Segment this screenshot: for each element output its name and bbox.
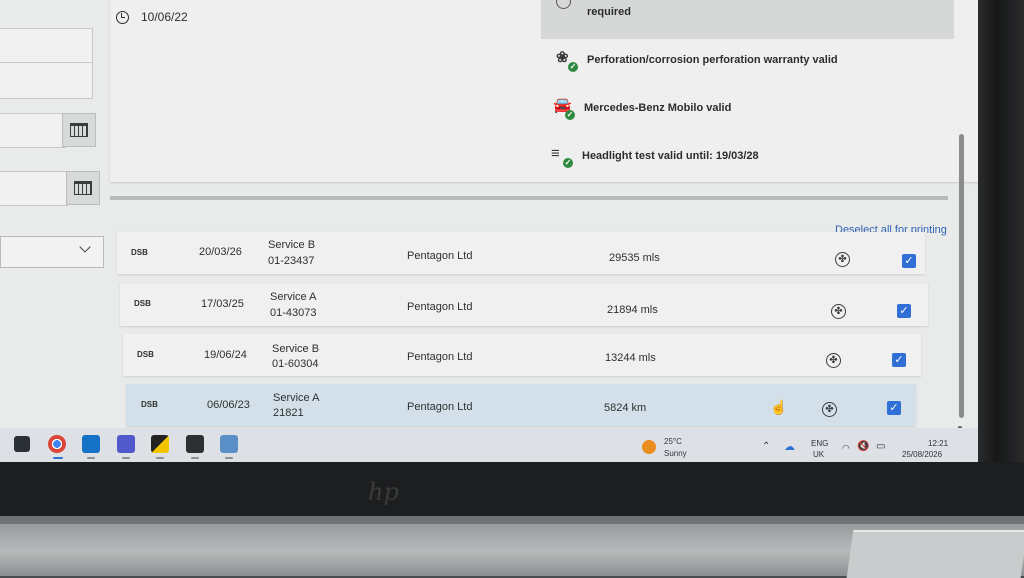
warning-icon: [556, 0, 571, 9]
print-checkbox[interactable]: ✓: [887, 401, 901, 415]
file-explorer-indicator: [225, 457, 233, 459]
clock-icon: [116, 10, 129, 24]
row-service: Service B: [268, 239, 316, 251]
scrollbar[interactable]: [959, 134, 964, 418]
task-view-icon[interactable]: [14, 436, 30, 452]
row-number: 01-43073: [270, 307, 317, 319]
row-service: Service A: [273, 392, 320, 404]
print-checkbox[interactable]: ✓: [892, 353, 906, 367]
calendar-icon: [74, 181, 92, 195]
table-row[interactable]: DSB 19/06/24 Service B 01-60304 Pentagon…: [123, 334, 921, 376]
row-mileage: 13244 mls: [605, 352, 656, 364]
clock-time[interactable]: 12:21: [928, 439, 948, 449]
weather-temp[interactable]: 25°C: [664, 437, 682, 447]
mercedes-star-icon[interactable]: ✤: [831, 304, 846, 319]
calendar-button-2[interactable]: [66, 171, 100, 205]
volume-mute-icon[interactable]: 🔇: [857, 442, 869, 452]
file-explorer-icon[interactable]: [220, 435, 238, 453]
row-partner: Pentagon Ltd: [407, 250, 473, 262]
laptop-hinge: [846, 530, 1024, 578]
print-checkbox[interactable]: ✓: [897, 304, 911, 318]
row-code: DSB: [137, 350, 154, 359]
teams-icon[interactable]: [117, 435, 135, 453]
status-label: Mercedes-Benz Mobilo valid: [584, 102, 732, 114]
clock-date[interactable]: 25/08/2026: [902, 450, 942, 460]
left-field-1[interactable]: [0, 28, 93, 64]
row-service: Service B: [272, 343, 320, 355]
car-icon: 🚘 ✓: [553, 97, 575, 120]
status-headlight-test: ≡ ✓ Headlight test valid until: 19/03/28: [551, 145, 759, 168]
app-p-icon[interactable]: [186, 435, 204, 453]
date-row: 10/06/22: [116, 10, 188, 24]
screen-bezel-right: [978, 0, 1024, 516]
chevron-up-icon[interactable]: ⌃: [762, 442, 770, 452]
certificate-icon: ❀ ✓: [556, 49, 578, 72]
hp-logo: hp: [368, 478, 399, 506]
chrome-indicator: [53, 457, 63, 459]
row-partner: Pentagon Ltd: [407, 401, 473, 413]
hand-cursor-icon: ☝: [770, 399, 788, 415]
calendar-button-1[interactable]: [62, 113, 96, 147]
app-p-indicator: [191, 457, 199, 459]
language-1[interactable]: ENG: [811, 439, 828, 449]
date-input-2[interactable]: [0, 171, 68, 206]
table-row[interactable]: DSB 20/03/26 Service B 01-23437 Pentagon…: [117, 232, 925, 274]
section-divider: [110, 196, 948, 200]
onedrive-icon[interactable]: ☁: [784, 442, 795, 453]
left-field-2[interactable]: [0, 62, 93, 99]
warning-box: required: [541, 0, 954, 39]
chevron-down-icon: [79, 241, 91, 253]
outlook-icon[interactable]: [82, 435, 100, 453]
row-code: DSB: [134, 299, 151, 308]
row-mileage: 5824 km: [604, 402, 647, 414]
row-mileage: 29535 mls: [609, 252, 660, 264]
date-input-1[interactable]: [0, 113, 66, 148]
warning-text: required: [587, 6, 632, 18]
row-partner: Pentagon Ltd: [407, 301, 473, 313]
row-mileage: 21894 mls: [607, 304, 658, 316]
row-code: DSB: [131, 248, 148, 257]
mercedes-star-icon[interactable]: ✤: [822, 402, 837, 417]
row-code: DSB: [141, 400, 158, 409]
weather-desc[interactable]: Sunny: [664, 449, 687, 459]
row-partner: Pentagon Ltd: [407, 351, 473, 363]
wifi-icon[interactable]: ◠: [842, 443, 850, 453]
table-row[interactable]: DSB 17/03/25 Service A 01-43073 Pentagon…: [120, 284, 928, 326]
row-service: Service A: [270, 291, 317, 303]
row-date: 19/06/24: [204, 349, 247, 361]
row-number: 21821: [273, 407, 304, 419]
taskbar: 25°C Sunny ⌃ ☁ ENG UK ◠ 🔇 ▭ 12:21 25/08/…: [0, 428, 978, 462]
sticky-notes-indicator: [156, 457, 164, 459]
filter-select[interactable]: [0, 236, 104, 268]
row-date: 06/06/23: [207, 399, 250, 411]
row-date: 20/03/26: [199, 246, 242, 258]
sticky-notes-icon[interactable]: [151, 435, 169, 453]
status-label: Perforation/corrosion perforation warran…: [587, 54, 838, 66]
print-checkbox[interactable]: ✓: [902, 254, 916, 268]
calendar-icon: [70, 123, 88, 137]
mercedes-star-icon[interactable]: ✤: [835, 252, 850, 267]
status-mobilo: 🚘 ✓ Mercedes-Benz Mobilo valid: [553, 97, 732, 120]
screen-bezel-bottom: [0, 462, 1024, 516]
teams-indicator: [122, 457, 130, 459]
row-number: 01-60304: [272, 358, 319, 370]
status-perforation-warranty: ❀ ✓ Perforation/corrosion perforation war…: [556, 49, 838, 72]
headlight-icon: ≡ ✓: [551, 145, 573, 168]
row-number: 01-23437: [268, 255, 315, 267]
table-row-selected[interactable]: DSB 06/06/23 Service A 21821 Pentagon Lt…: [126, 384, 916, 426]
chrome-icon[interactable]: [48, 435, 66, 453]
service-date: 10/06/22: [141, 10, 188, 24]
language-2[interactable]: UK: [813, 450, 824, 460]
screen: 10/06/22 required ❀ ✓ Perforation/corrosi…: [0, 0, 978, 462]
battery-icon[interactable]: ▭: [876, 442, 885, 452]
status-label: Headlight test valid until: 19/03/28: [582, 150, 759, 162]
mercedes-star-icon[interactable]: ✤: [826, 353, 841, 368]
outlook-indicator: [87, 457, 95, 459]
sun-icon[interactable]: [642, 440, 656, 454]
laptop-base-lip: [0, 516, 1024, 524]
row-date: 17/03/25: [201, 298, 244, 310]
